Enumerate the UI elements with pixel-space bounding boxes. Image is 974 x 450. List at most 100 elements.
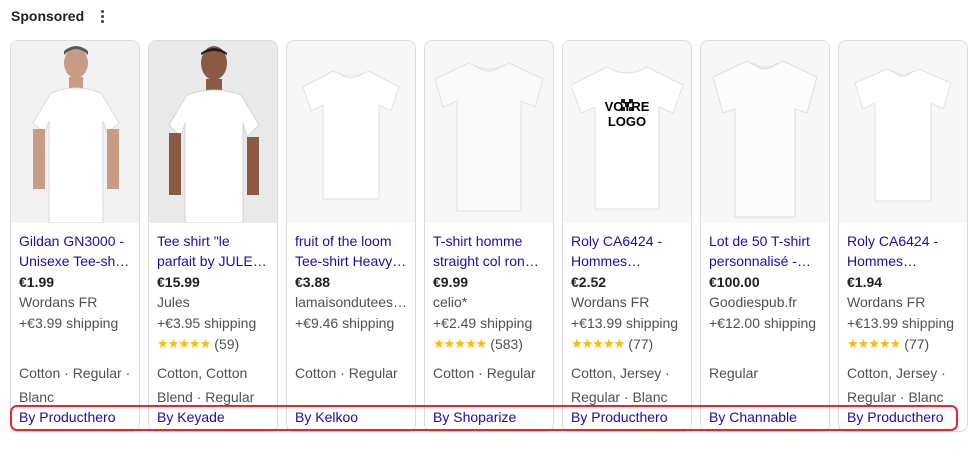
product-attributes: Regular xyxy=(709,361,823,385)
attribute-line: Cotton · Regular xyxy=(295,365,398,381)
sponsored-label: Sponsored xyxy=(11,8,85,24)
star-rating-icon: ★★★★★ xyxy=(571,336,625,351)
product-card[interactable]: fruit of the loom Tee-shirt Heavy… €3.88… xyxy=(286,40,416,432)
tshirt-photo xyxy=(570,66,684,210)
print-text: VOTRE LOGO xyxy=(604,99,650,129)
shipping-cost: +€9.46 shipping xyxy=(295,315,395,331)
product-title-line[interactable]: Roly CA6424 - xyxy=(847,231,959,251)
css-provider-link[interactable]: By Kelkoo xyxy=(295,408,358,426)
product-image[interactable] xyxy=(11,41,139,223)
product-price: €1.94 xyxy=(847,274,883,290)
rating-count: (77) xyxy=(904,336,930,352)
star-rating-icon: ★★★★★ xyxy=(847,336,901,351)
product-price: €3.88 xyxy=(295,274,331,290)
shipping-cost: +€2.49 shipping xyxy=(433,315,533,331)
tshirt-print-text: VOTRE LOGO xyxy=(563,99,691,129)
product-price: €100.00 xyxy=(709,274,760,290)
product-card[interactable]: Gildan GN3000 - Unisexe Tee-sh… €1.99 Wo… xyxy=(10,40,140,432)
shipping-cost: +€13.99 shipping xyxy=(847,315,955,331)
product-carousel: Gildan GN3000 - Unisexe Tee-sh… €1.99 Wo… xyxy=(10,40,968,432)
css-provider-link[interactable]: By Channable xyxy=(709,408,797,426)
product-title-line[interactable]: parfait by JULE… xyxy=(157,251,269,271)
product-rating: ★★★★★ (77) xyxy=(847,334,959,354)
product-image[interactable] xyxy=(149,41,277,223)
attribute-line: Cotton, Cotton xyxy=(157,365,248,381)
star-rating-icon: ★★★★★ xyxy=(433,336,487,351)
product-title[interactable]: Gildan GN3000 - Unisexe Tee-sh… xyxy=(19,231,131,271)
product-card[interactable]: Roly CA6424 - Hommes… €1.94 Wordans FR +… xyxy=(838,40,968,432)
product-title-line[interactable]: fruit of the loom xyxy=(295,231,407,251)
tshirt-photo xyxy=(712,60,818,218)
product-image[interactable] xyxy=(287,41,415,223)
product-title-line[interactable]: Hommes… xyxy=(847,251,959,271)
merchant-name: Wordans FR xyxy=(571,294,650,310)
product-card[interactable]: VOTRE LOGO Roly CA6424 - Hommes… €2.52 W… xyxy=(562,40,692,432)
shipping-cost: +€13.99 shipping xyxy=(571,315,679,331)
merchant-name: lamaisondutees… xyxy=(295,294,407,310)
css-provider-link[interactable]: By Producthero xyxy=(19,408,116,426)
rating-count: (583) xyxy=(490,336,523,352)
product-title-line[interactable]: straight col ron… xyxy=(433,251,545,271)
css-provider-link[interactable]: By Keyade xyxy=(157,408,225,426)
product-title-line[interactable]: Hommes… xyxy=(571,251,683,271)
product-title[interactable]: fruit of the loom Tee-shirt Heavy… xyxy=(295,231,407,271)
css-provider-link[interactable]: By Shoparize xyxy=(433,408,516,426)
product-title-line[interactable]: Roly CA6424 - xyxy=(571,231,683,251)
product-rating: ★★★★★ (59) xyxy=(157,334,269,354)
shipping-cost: +€12.00 shipping xyxy=(709,315,817,331)
attribute-line: Regular · Blanc xyxy=(571,389,668,405)
product-title-line[interactable]: Unisexe Tee-sh… xyxy=(19,251,131,271)
product-title[interactable]: Roly CA6424 - Hommes… xyxy=(847,231,959,271)
attribute-line: Cotton, Jersey · xyxy=(847,365,946,381)
product-title[interactable]: Tee shirt "le parfait by JULE… xyxy=(157,231,269,271)
product-price: €2.52 xyxy=(571,274,607,290)
product-title[interactable]: Roly CA6424 - Hommes… xyxy=(571,231,683,271)
product-rating: ★★★★★ (583) xyxy=(433,334,545,354)
product-card[interactable]: Lot de 50 T-shirt personnalisé -… €100.0… xyxy=(700,40,830,432)
product-card[interactable]: Tee shirt "le parfait by JULE… €15.99 Ju… xyxy=(148,40,278,432)
product-attributes: Cotton · Regular xyxy=(433,361,547,385)
product-image[interactable] xyxy=(425,41,553,223)
attribute-line: Regular xyxy=(709,365,759,381)
star-rating-icon: ★★★★★ xyxy=(157,336,211,351)
product-image[interactable]: VOTRE LOGO xyxy=(563,41,691,223)
product-title-line[interactable]: Tee-shirt Heavy… xyxy=(295,251,407,271)
product-title-line[interactable]: Tee shirt "le xyxy=(157,231,269,251)
product-attributes: Cotton, Cotton Blend · Regular xyxy=(157,361,271,409)
tshirt-photo xyxy=(854,68,952,202)
product-card[interactable]: T-shirt homme straight col ron… €9.99 ce… xyxy=(424,40,554,432)
tshirt-photo xyxy=(434,62,544,212)
css-provider-link[interactable]: By Producthero xyxy=(847,408,944,426)
rating-count: (59) xyxy=(214,336,240,352)
product-attributes: Cotton, Jersey · Regular · Blanc xyxy=(847,361,961,409)
product-title-line[interactable]: personnalisé -… xyxy=(709,251,821,271)
product-title[interactable]: T-shirt homme straight col ron… xyxy=(433,231,545,271)
model-tshirt-photo xyxy=(11,41,139,223)
attribute-line: Blend · Regular xyxy=(157,389,255,405)
more-vert-icon[interactable] xyxy=(94,6,110,26)
product-title-line[interactable]: Lot de 50 T-shirt xyxy=(709,231,821,251)
product-price: €9.99 xyxy=(433,274,469,290)
product-attributes: Cotton, Jersey · Regular · Blanc xyxy=(571,361,685,409)
shipping-cost: +€3.95 shipping xyxy=(157,315,257,331)
product-title[interactable]: Lot de 50 T-shirt personnalisé -… xyxy=(709,231,821,271)
sponsored-header: Sponsored xyxy=(11,6,110,26)
product-rating: ★★★★★ (77) xyxy=(571,334,683,354)
merchant-name: Goodiespub.fr xyxy=(709,294,797,310)
product-attributes: Cotton · Regular · Blanc xyxy=(19,361,133,409)
model-tshirt-photo xyxy=(149,41,277,223)
merchant-name: Jules xyxy=(157,294,190,310)
merchant-name: Wordans FR xyxy=(19,294,98,310)
attribute-line: Regular · Blanc xyxy=(847,389,944,405)
tshirt-photo xyxy=(302,70,400,200)
css-provider-link[interactable]: By Producthero xyxy=(571,408,668,426)
attribute-line: Cotton · Regular xyxy=(433,365,536,381)
product-image[interactable] xyxy=(839,41,967,223)
attribute-line: Blanc xyxy=(19,389,55,405)
product-price: €1.99 xyxy=(19,274,55,290)
product-title-line[interactable]: T-shirt homme xyxy=(433,231,545,251)
product-image[interactable] xyxy=(701,41,829,223)
attribute-line: Cotton · Regular · xyxy=(19,365,131,381)
attribute-line: Cotton, Jersey · xyxy=(571,365,670,381)
product-title-line[interactable]: Gildan GN3000 - xyxy=(19,231,131,251)
